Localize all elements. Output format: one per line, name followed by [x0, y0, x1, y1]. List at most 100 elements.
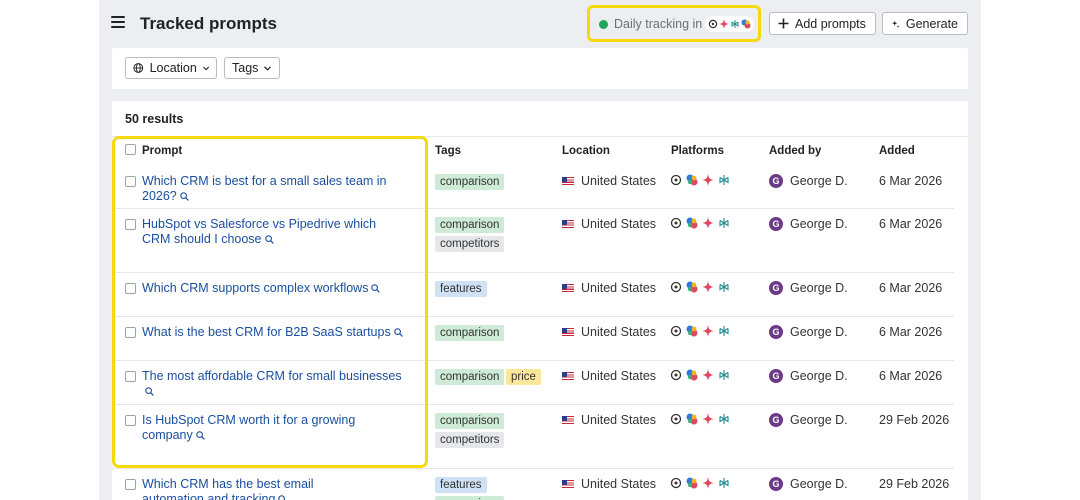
add-prompts-button[interactable]: Add prompts — [769, 12, 876, 35]
chatgpt-icon — [670, 174, 682, 186]
row-checkbox[interactable] — [125, 479, 136, 490]
column-header-added-by[interactable]: Added by — [769, 145, 821, 157]
tag-comparison[interactable]: comparison — [435, 496, 505, 500]
added-by-text: George D. — [790, 369, 848, 383]
prompt-link[interactable]: Is HubSpot CRM worth it for a growing co… — [142, 413, 372, 443]
prompt-text: What is the best CRM for B2B SaaS startu… — [142, 325, 391, 339]
perplexity-icon — [719, 478, 729, 488]
page-header: Tracked prompts Daily tracking in Add pr… — [99, 0, 981, 48]
divider — [112, 136, 968, 137]
added-by-cell: G George D. — [769, 369, 848, 383]
tag-comparison[interactable]: comparison — [435, 217, 505, 233]
daily-tracking-status: Daily tracking in — [587, 5, 761, 42]
gemini-icon — [702, 281, 714, 293]
location-cell: United States — [562, 477, 656, 491]
avatar: G — [769, 413, 783, 427]
tag-competitors[interactable]: competitors — [435, 432, 505, 448]
column-header-prompt[interactable]: Prompt — [142, 145, 182, 157]
perplexity-icon — [719, 282, 729, 292]
tag-comparison[interactable]: comparison — [435, 413, 505, 429]
location-text: United States — [581, 325, 657, 339]
search-icon[interactable] — [278, 495, 287, 500]
tags-filter[interactable]: Tags — [224, 57, 280, 79]
globe-icon — [133, 63, 144, 73]
row-checkbox[interactable] — [125, 415, 136, 426]
location-filter-label: Location — [149, 61, 197, 75]
tracking-platform-icons — [705, 16, 754, 32]
prompt-link[interactable]: Which CRM has the best email automation … — [142, 477, 342, 500]
prompt-link[interactable]: Which CRM is best for a small sales team… — [142, 174, 412, 204]
column-header-tags[interactable]: Tags — [435, 145, 461, 157]
prompt-link[interactable]: HubSpot vs Salesforce vs Pipedrive which… — [142, 217, 404, 247]
us-flag-icon — [562, 416, 574, 424]
generate-button[interactable]: Generate — [882, 12, 968, 35]
tag-features[interactable]: features — [435, 477, 487, 493]
copilot-icon — [741, 19, 751, 29]
location-cell: United States — [562, 217, 656, 231]
location-text: United States — [581, 369, 657, 383]
column-header-location[interactable]: Location — [562, 145, 610, 157]
search-icon[interactable] — [180, 192, 189, 201]
tag-comparison[interactable]: comparison — [435, 174, 505, 190]
row-checkbox[interactable] — [125, 283, 136, 294]
added-by-text: George D. — [790, 217, 848, 231]
tag-comparison[interactable]: comparison — [435, 369, 505, 385]
location-filter[interactable]: Location — [125, 57, 217, 79]
avatar: G — [769, 174, 783, 188]
tag-price[interactable]: price — [506, 369, 541, 385]
column-header-platforms[interactable]: Platforms — [671, 145, 724, 157]
added-by-cell: G George D. — [769, 217, 848, 231]
tag-competitors[interactable]: competitors — [435, 236, 505, 252]
search-icon[interactable] — [145, 387, 154, 396]
location-text: United States — [581, 477, 657, 491]
results-count: 50 results — [125, 112, 184, 126]
row-divider — [112, 208, 954, 209]
search-icon[interactable] — [195, 431, 205, 440]
copilot-icon — [686, 369, 698, 381]
search-icon[interactable] — [264, 235, 274, 244]
search-icon[interactable] — [371, 284, 381, 293]
chatgpt-icon — [670, 477, 682, 489]
copilot-icon — [686, 217, 698, 229]
row-divider — [112, 360, 954, 361]
results-panel: 50 results Prompt Tags Location Platform… — [112, 101, 968, 500]
column-header-added[interactable]: Added — [879, 145, 915, 157]
added-date: 6 Mar 2026 — [879, 325, 943, 339]
prompt-link[interactable]: Which CRM supports complex workflows — [142, 281, 412, 296]
prompt-text: Is HubSpot CRM worth it for a growing co… — [142, 413, 356, 442]
row-checkbox[interactable] — [125, 176, 136, 187]
search-icon[interactable] — [393, 328, 403, 337]
platforms-cell — [670, 325, 730, 337]
platforms-cell — [670, 369, 730, 381]
row-checkbox[interactable] — [125, 371, 136, 382]
tag-features[interactable]: features — [435, 281, 487, 297]
added-date: 6 Mar 2026 — [879, 174, 943, 188]
chatgpt-icon — [670, 325, 682, 337]
copilot-icon — [686, 281, 698, 293]
row-checkbox[interactable] — [125, 219, 136, 230]
gemini-icon — [702, 369, 714, 381]
prompt-link[interactable]: The most affordable CRM for small busine… — [142, 369, 412, 399]
tag-comparison[interactable]: comparison — [435, 325, 505, 341]
added-by-cell: G George D. — [769, 413, 848, 427]
location-cell: United States — [562, 413, 656, 427]
copilot-icon — [686, 413, 698, 425]
hamburger-menu-icon[interactable] — [111, 16, 125, 28]
prompt-link[interactable]: What is the best CRM for B2B SaaS startu… — [142, 325, 412, 340]
avatar: G — [769, 217, 783, 231]
add-prompts-label: Add prompts — [795, 16, 866, 31]
chatgpt-icon — [670, 413, 682, 425]
location-cell: United States — [562, 174, 656, 188]
filter-bar: Location Tags — [112, 48, 968, 89]
row-checkbox[interactable] — [125, 327, 136, 338]
sparkle-icon — [891, 19, 900, 28]
gemini-icon — [702, 325, 714, 337]
select-all-checkbox[interactable] — [125, 144, 136, 155]
added-date: 29 Feb 2026 — [879, 413, 950, 427]
location-text: United States — [581, 217, 657, 231]
platforms-cell — [670, 413, 730, 425]
prompt-text: Which CRM has the best email automation … — [142, 477, 314, 500]
us-flag-icon — [562, 328, 574, 336]
us-flag-icon — [562, 284, 574, 292]
generate-label: Generate — [905, 16, 958, 31]
